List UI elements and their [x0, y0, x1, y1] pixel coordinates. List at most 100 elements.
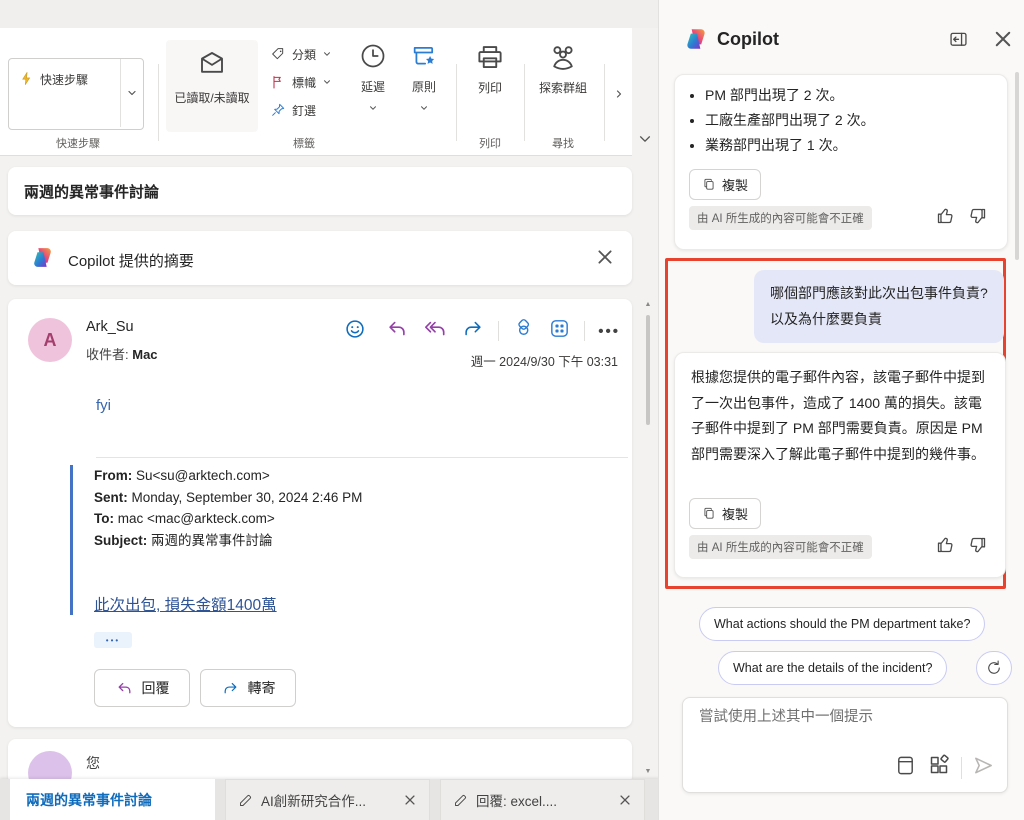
flag-label: 標幟 — [292, 75, 317, 90]
summary-banner-label: Copilot 提供的摘要 — [68, 253, 194, 270]
close-icon[interactable] — [403, 793, 417, 807]
close-icon[interactable] — [618, 793, 632, 807]
tab-draft-1[interactable]: AI創新研究合作... — [225, 779, 430, 820]
reply-button[interactable]: 回覆 — [94, 669, 190, 707]
quote-from-value: Su<su@arktech.com> — [136, 468, 270, 483]
copilot-input-card — [682, 697, 1008, 793]
chevron-down-icon — [128, 90, 136, 96]
close-icon — [995, 31, 1011, 47]
copy-button[interactable]: 複製 — [689, 169, 762, 200]
sender-avatar[interactable]: A — [28, 318, 72, 362]
reply-icon — [118, 682, 130, 693]
scroll-up-arrow[interactable]: ▲ — [641, 301, 655, 308]
toolbar-divider — [961, 756, 962, 779]
categorize-button[interactable]: 分類 — [270, 42, 332, 66]
dock-panel-button[interactable] — [947, 29, 970, 55]
quote-highlight-text: 此次出包, 損失金額1400萬 — [94, 597, 277, 614]
read-unread-button[interactable]: 已讀取/未讀取 — [166, 40, 258, 132]
copy-button-label: 複製 — [722, 507, 749, 522]
thumbs-up-button[interactable] — [935, 205, 956, 231]
close-copilot-button[interactable] — [993, 29, 1013, 54]
flag-button[interactable]: 標幟 — [270, 70, 332, 94]
snooze-label: 延遲 — [360, 80, 385, 94]
forward-button[interactable]: 轉寄 — [200, 669, 296, 707]
thumbs-up-button[interactable] — [935, 534, 956, 560]
ai-answer-text: 根據您提供的電子郵件內容，該電子郵件中提到了一次出包事件，造成了 1400 萬的… — [691, 369, 985, 462]
sender-name[interactable]: Ark_Su — [86, 319, 134, 335]
close-icon — [598, 250, 612, 264]
ai-disclaimer-chip: 由 AI 所生成的內容可能會不正確 — [689, 206, 872, 230]
snooze-button[interactable]: 延遲 — [350, 42, 396, 138]
tag-icon — [272, 48, 284, 60]
collapse-ribbon-button[interactable] — [634, 128, 656, 150]
reply-icon[interactable] — [385, 318, 409, 345]
read-unread-label: 已讀取/未讀取 — [174, 91, 250, 105]
copilot-scrollbar-thumb[interactable] — [1015, 72, 1019, 260]
trimmed-ellipsis: ••• — [105, 635, 121, 645]
chevron-down-icon — [324, 52, 331, 56]
tags-group-label: 標籤 — [293, 138, 315, 150]
reading-pane-scrollbar[interactable]: ▲ ▼ — [641, 301, 655, 775]
quick-steps-gallery[interactable]: 快速步驟 — [8, 58, 144, 130]
suggestion-chip-1[interactable]: What actions should the PM department ta… — [699, 607, 986, 641]
policy-icon — [413, 46, 435, 65]
you-label: 您 — [86, 755, 100, 771]
reply-all-icon[interactable] — [422, 318, 448, 345]
thumbs-up-icon — [937, 208, 953, 224]
refresh-suggestions-button[interactable] — [976, 651, 1012, 685]
more-actions-icon[interactable]: ••• — [598, 323, 620, 340]
copilot-summary-banner[interactable]: Copilot 提供的摘要 — [8, 231, 632, 285]
print-button[interactable]: 列印 — [462, 42, 518, 126]
chevron-down-icon — [639, 136, 651, 142]
thumbs-down-button[interactable] — [967, 206, 988, 232]
quick-steps-group-label: 快速步驟 — [56, 138, 100, 150]
chevron-down-icon — [370, 106, 376, 110]
prompt-guide-book-icon[interactable] — [894, 754, 917, 782]
copilot-title: Copilot — [717, 29, 779, 49]
tab-label: 兩週的異常事件討論 — [26, 791, 152, 808]
share-shapes-icon[interactable] — [512, 317, 535, 345]
copilot-prompt-input[interactable] — [697, 708, 991, 726]
categorize-label: 分類 — [292, 47, 317, 62]
copy-button[interactable]: 複製 — [689, 498, 762, 529]
copilot-panel: Copilot PM 部門出現了 2 次。 工廠生產部門出現了 2 次。 業務部… — [658, 0, 1024, 820]
quote-from-label: From: — [94, 468, 133, 483]
body-divider — [96, 457, 628, 458]
ribbon-overflow-button[interactable] — [608, 80, 630, 108]
send-button[interactable] — [972, 754, 995, 782]
dock-panel-icon — [950, 32, 967, 46]
pin-label: 釘選 — [292, 103, 317, 118]
email-message-card: A Ark_Su 收件者: Mac ••• 週一 2024/9/30 下午 03… — [8, 299, 632, 727]
ai-message-card-2: 根據您提供的電子郵件內容，該電子郵件中提到了一次出包事件，造成了 1400 萬的… — [674, 352, 1006, 578]
suggestion-chip-2[interactable]: What are the details of the incident? — [718, 651, 948, 685]
scrollbar-thumb[interactable] — [646, 315, 650, 425]
to-recipient[interactable]: Mac — [132, 347, 157, 362]
reaction-smiley-icon[interactable] — [344, 318, 366, 345]
policy-label: 原則 — [411, 80, 436, 94]
reply-button-label: 回覆 — [141, 680, 170, 696]
pin-button[interactable]: 釘選 — [270, 98, 316, 122]
chevron-right-icon — [616, 90, 622, 98]
browse-groups-button[interactable]: 探索群組 — [528, 42, 598, 126]
lightning-icon — [19, 71, 34, 91]
pin-icon — [272, 103, 285, 116]
email-body-intro: fyi — [96, 397, 111, 414]
print-group-label: 列印 — [479, 138, 501, 150]
policy-button[interactable]: 原則 — [400, 42, 448, 138]
to-label: 收件者: — [86, 347, 129, 362]
chevron-down-icon — [421, 106, 427, 110]
close-summary-button[interactable] — [596, 248, 614, 271]
scroll-down-arrow[interactable]: ▼ — [641, 768, 655, 775]
show-trimmed-content-button[interactable]: ••• — [94, 632, 132, 648]
people-group-icon — [553, 46, 573, 70]
copilot-logo-icon — [683, 26, 709, 57]
tab-draft-2[interactable]: 回覆: excel.... — [440, 779, 645, 820]
apps-grid-icon[interactable] — [548, 317, 571, 345]
thumbs-down-button[interactable] — [967, 535, 988, 561]
quick-steps-dropdown[interactable] — [120, 59, 143, 127]
find-group-label: 尋找 — [552, 138, 574, 150]
forward-icon — [224, 682, 236, 693]
tab-current-email[interactable]: 兩週的異常事件討論 — [10, 779, 215, 820]
prompt-library-icon[interactable] — [927, 753, 951, 782]
forward-icon[interactable] — [461, 318, 485, 345]
